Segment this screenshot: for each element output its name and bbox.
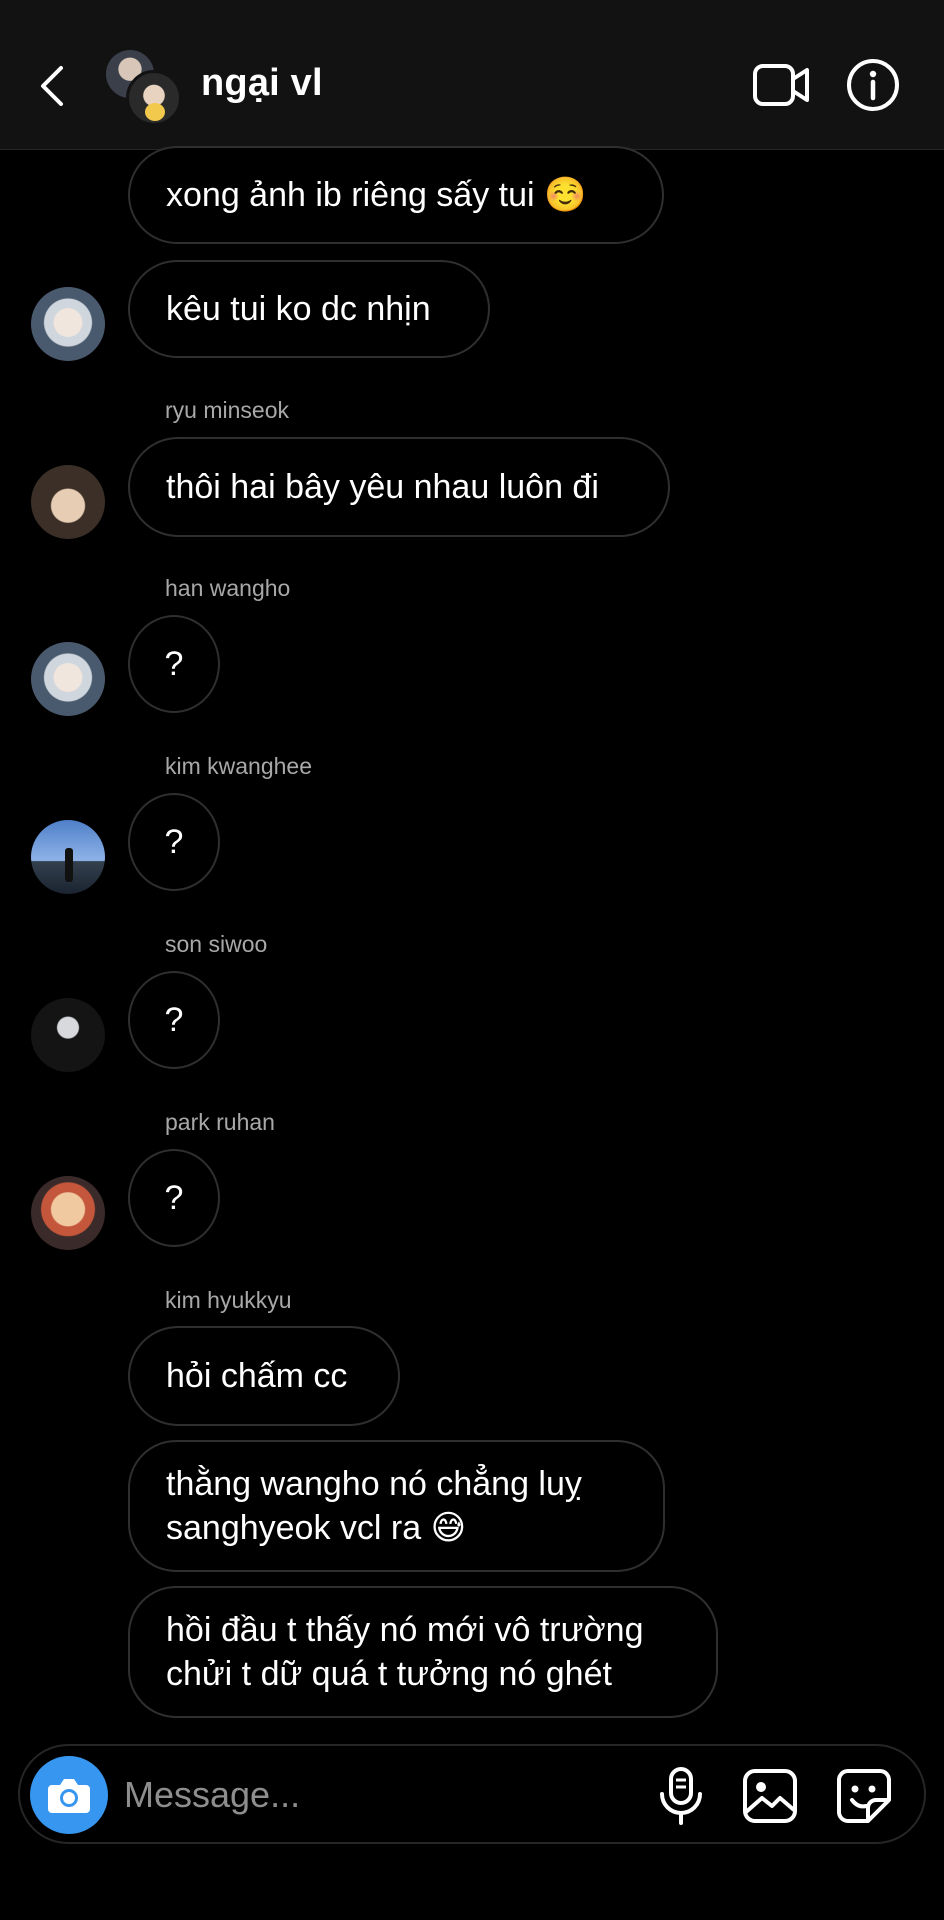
avatar[interactable] (31, 287, 105, 361)
message-text-line: thằng wangho nó chẳng luỵ (166, 1465, 582, 1503)
group-avatar-member-2 (126, 70, 182, 126)
video-call-button[interactable] (752, 62, 810, 108)
group-avatar[interactable] (104, 48, 182, 126)
message-text: ? (164, 645, 184, 683)
message-bubble[interactable]: ? (128, 971, 220, 1069)
microphone-icon (660, 1767, 702, 1825)
message-text-line: hồi đầu t thấy nó mới vô trường (166, 1611, 644, 1649)
chevron-left-icon (41, 66, 63, 106)
message-composer (18, 1744, 926, 1844)
gallery-icon (743, 1769, 797, 1823)
avatar[interactable] (31, 642, 105, 716)
message-text: xong ảnh ib riêng sấy tui ☺️ (166, 176, 587, 214)
sender-name: kim kwanghee (165, 753, 313, 779)
sender-name: kim hyukkyu (165, 1287, 292, 1313)
gallery-button[interactable] (742, 1768, 798, 1824)
message-bubble[interactable]: hồi đầu t thấy nó mới vô trường chửi t d… (128, 1586, 718, 1718)
message-bubble[interactable]: hỏi chấm cc (128, 1326, 400, 1426)
camera-icon (48, 1779, 90, 1813)
message-bubble[interactable]: ? (128, 793, 220, 891)
sender-name: son siwoo (165, 931, 268, 957)
message-text-line: sanghyeok vcl ra 😅 (166, 1509, 467, 1547)
message-text: hỏi chấm cc (166, 1357, 348, 1395)
message-bubble[interactable]: ? (128, 615, 220, 713)
sticker-button[interactable] (836, 1768, 892, 1824)
avatar[interactable] (31, 465, 105, 539)
sender-name: park ruhan (165, 1109, 275, 1135)
message-text-line: chửi t dữ quá t tưởng nó ghét (166, 1655, 612, 1693)
chat-header: ngại vl (0, 0, 944, 150)
message-bubble[interactable]: xong ảnh ib riêng sấy tui ☺️ (128, 146, 664, 244)
message-text: ? (164, 1001, 184, 1039)
back-button[interactable] (28, 56, 76, 116)
sender-name: ryu minseok (165, 397, 289, 423)
message-bubble[interactable]: kêu tui ko dc nhịn (128, 260, 490, 358)
message-input[interactable] (124, 1768, 604, 1822)
message-text: ? (164, 823, 184, 861)
info-button[interactable] (846, 58, 900, 112)
avatar[interactable] (31, 998, 105, 1072)
sticker-icon (837, 1769, 891, 1823)
avatar[interactable] (31, 1176, 105, 1250)
info-icon (847, 59, 899, 111)
message-text: ? (164, 1179, 184, 1217)
message-bubble[interactable]: thằng wangho nó chẳng luỵ sanghyeok vcl … (128, 1440, 665, 1572)
message-bubble[interactable]: ? (128, 1149, 220, 1247)
voice-message-button[interactable] (656, 1766, 706, 1826)
message-text: kêu tui ko dc nhịn (166, 290, 431, 328)
message-bubble[interactable]: thôi hai bây yêu nhau luôn đi (128, 437, 670, 537)
sender-name: han wangho (165, 575, 291, 601)
chat-title[interactable]: ngại vl (201, 62, 323, 105)
camera-button[interactable] (30, 1756, 108, 1834)
avatar[interactable] (31, 820, 105, 894)
message-text: thôi hai bây yêu nhau luôn đi (166, 468, 599, 506)
video-call-icon (753, 64, 809, 106)
